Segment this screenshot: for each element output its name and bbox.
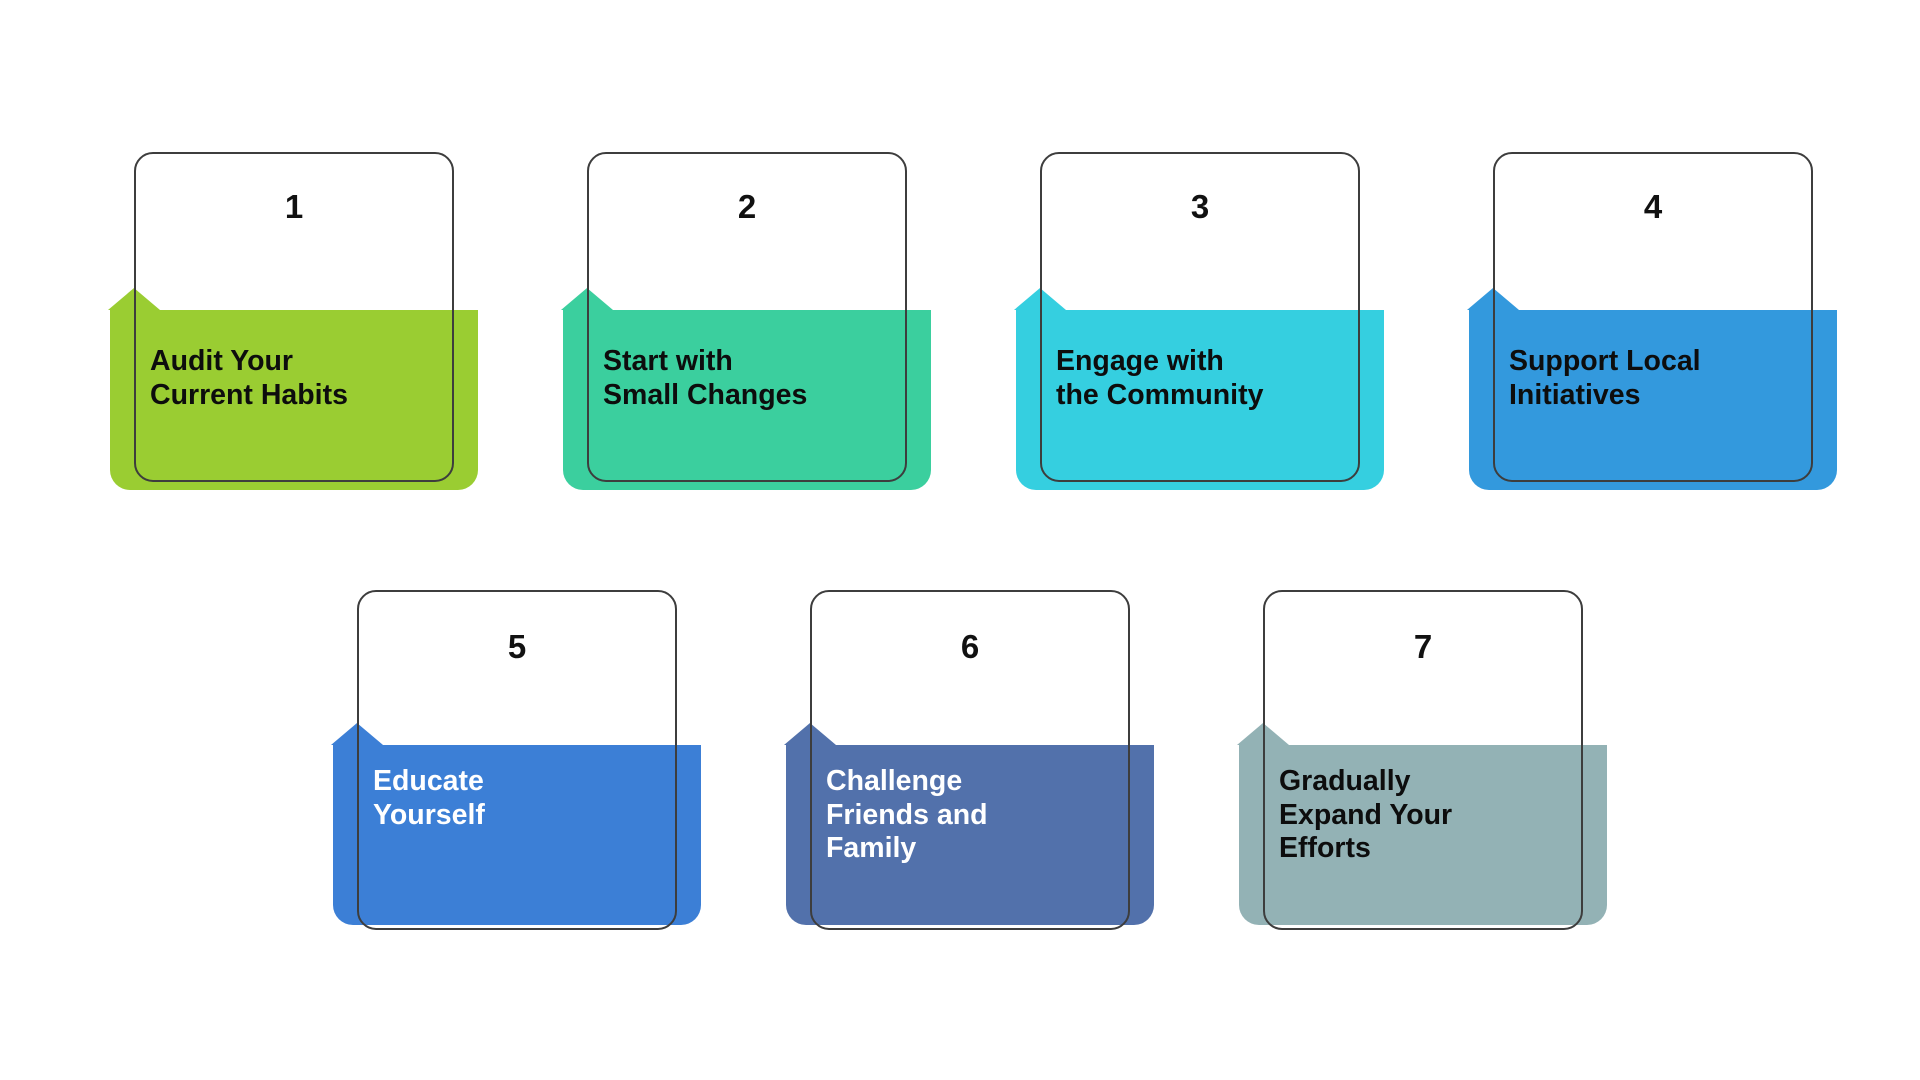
step-notch-icon	[1237, 723, 1289, 745]
step-notch-icon	[331, 723, 383, 745]
step-notch-icon	[561, 288, 613, 310]
step-number: 5	[507, 628, 527, 665]
step-number: 1	[284, 188, 304, 225]
step-label: Challenge Friends and Family	[826, 765, 988, 865]
step-label: Audit Your Current Habits	[150, 345, 348, 411]
step-label: Engage with the Community	[1056, 345, 1264, 411]
step-number: 2	[737, 188, 757, 225]
step-label: Support Local Initiatives	[1509, 345, 1701, 411]
step-notch-icon	[108, 288, 160, 310]
step-number: 6	[960, 628, 980, 665]
step-number: 7	[1413, 628, 1433, 665]
step-notch-icon	[784, 723, 836, 745]
step-notch-icon	[1467, 288, 1519, 310]
step-label: Educate Yourself	[373, 765, 485, 831]
diagram-canvas: 1 Audit Your Current Habits 2 Start with Sm…	[0, 0, 1920, 1080]
step-label: Gradually Expand Your Efforts	[1279, 765, 1453, 865]
step-number: 4	[1643, 188, 1663, 225]
step-notch-icon	[1014, 288, 1066, 310]
step-label: Start with Small Changes	[603, 345, 808, 411]
step-number: 3	[1190, 188, 1210, 225]
